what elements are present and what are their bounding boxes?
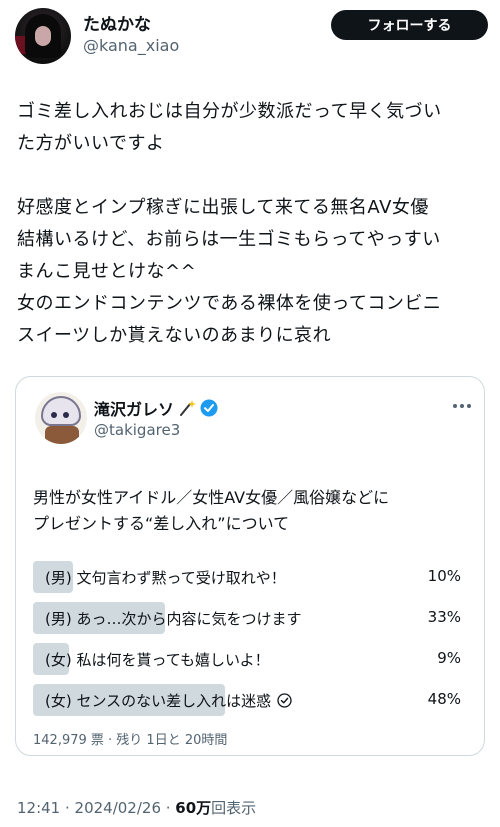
tweet-line: スイーツしか貰えないのあまりに哀れ bbox=[17, 325, 332, 346]
tweet-line: 女のエンドコンテンツである裸体を使ってコンビニ bbox=[17, 293, 442, 314]
poll-option-label: (男) あっ…次から内容に気をつけます bbox=[45, 610, 302, 628]
quoted-author-name[interactable]: 滝沢ガレソ bbox=[94, 396, 174, 420]
voted-check-icon bbox=[277, 693, 292, 708]
tweet-text: ゴミ差し入れおじは自分が少数派だって早く気づい た方がいいですよ 好感度とインプ… bbox=[17, 96, 487, 352]
tweet-line: 好感度とインプ稼ぎに出張して来てる無名AV女優 bbox=[17, 197, 429, 218]
quoted-line: プレゼントする“差し入れ”について bbox=[33, 514, 290, 533]
tweet-line: ゴミ差し入れおじは自分が少数派だって早く気づい bbox=[17, 101, 442, 122]
verified-badge-icon bbox=[200, 399, 218, 417]
author-name[interactable]: たぬかな bbox=[83, 10, 151, 35]
quoted-tweet-text: 男性が女性アイドル／女性AV女優／風俗嬢などに プレゼントする“差し入れ”につい… bbox=[33, 485, 473, 537]
tweet-line: 結構いるけど、お前らは一生ゴミもらってやっすい bbox=[17, 229, 441, 250]
timestamp[interactable]: 12:41 · 2024/02/26 · bbox=[17, 799, 175, 817]
poll-option: (女) 私は何を貰っても嬉しいよ！ 9% bbox=[33, 643, 473, 675]
view-label: 回表示 bbox=[211, 799, 257, 817]
tweet-footer: 12:41 · 2024/02/26 · 60万回表示 bbox=[17, 797, 256, 818]
tweet-header: たぬかな @kana_xiao フォローする bbox=[0, 0, 500, 74]
tweet-line: た方がいいですよ bbox=[17, 133, 165, 154]
tweet-line: まんこ見せとけな^^ bbox=[17, 261, 197, 282]
quoted-author-handle[interactable]: @takigare3 bbox=[94, 421, 180, 439]
more-options-icon[interactable] bbox=[452, 403, 472, 409]
quoted-author-avatar[interactable] bbox=[35, 392, 87, 444]
poll-option-percent: 48% bbox=[427, 690, 461, 708]
quoted-tweet[interactable]: 滝沢ガレソ @takigare3 男性が女性アイドル／女性AV女優／風俗嬢などに… bbox=[15, 376, 485, 756]
follow-button[interactable]: フォローする bbox=[331, 10, 488, 40]
poll-option: (男) 文句言わず黙って受け取れや！ 10% bbox=[33, 561, 473, 593]
quoted-line: 男性が女性アイドル／女性AV女優／風俗嬢などに bbox=[33, 488, 390, 507]
poll-option-percent: 9% bbox=[437, 649, 461, 667]
poll-option-percent: 33% bbox=[427, 608, 461, 626]
poll-option: (男) あっ…次から内容に気をつけます 33% bbox=[33, 602, 473, 634]
quoted-author-name-row: 滝沢ガレソ bbox=[94, 396, 218, 420]
poll-option-label: (女) 私は何を貰っても嬉しいよ！ bbox=[45, 651, 270, 669]
author-handle[interactable]: @kana_xiao bbox=[83, 36, 179, 55]
magic-wand-icon bbox=[180, 400, 197, 416]
poll-option-label: (男) 文句言わず黙って受け取れや！ bbox=[45, 569, 286, 587]
poll: (男) 文句言わず黙って受け取れや！ 10% (男) あっ…次から内容に気をつけ… bbox=[33, 561, 473, 725]
poll-option-percent: 10% bbox=[427, 567, 461, 585]
poll-option-label: (女) センスのない差し入れは迷惑 bbox=[45, 690, 292, 711]
view-count: 60万 bbox=[175, 799, 212, 817]
author-avatar[interactable] bbox=[15, 8, 71, 64]
poll-meta: 142,979 票 · 残り 1日と 20時間 bbox=[33, 733, 228, 748]
poll-option-winner: (女) センスのない差し入れは迷惑 48% bbox=[33, 684, 473, 716]
